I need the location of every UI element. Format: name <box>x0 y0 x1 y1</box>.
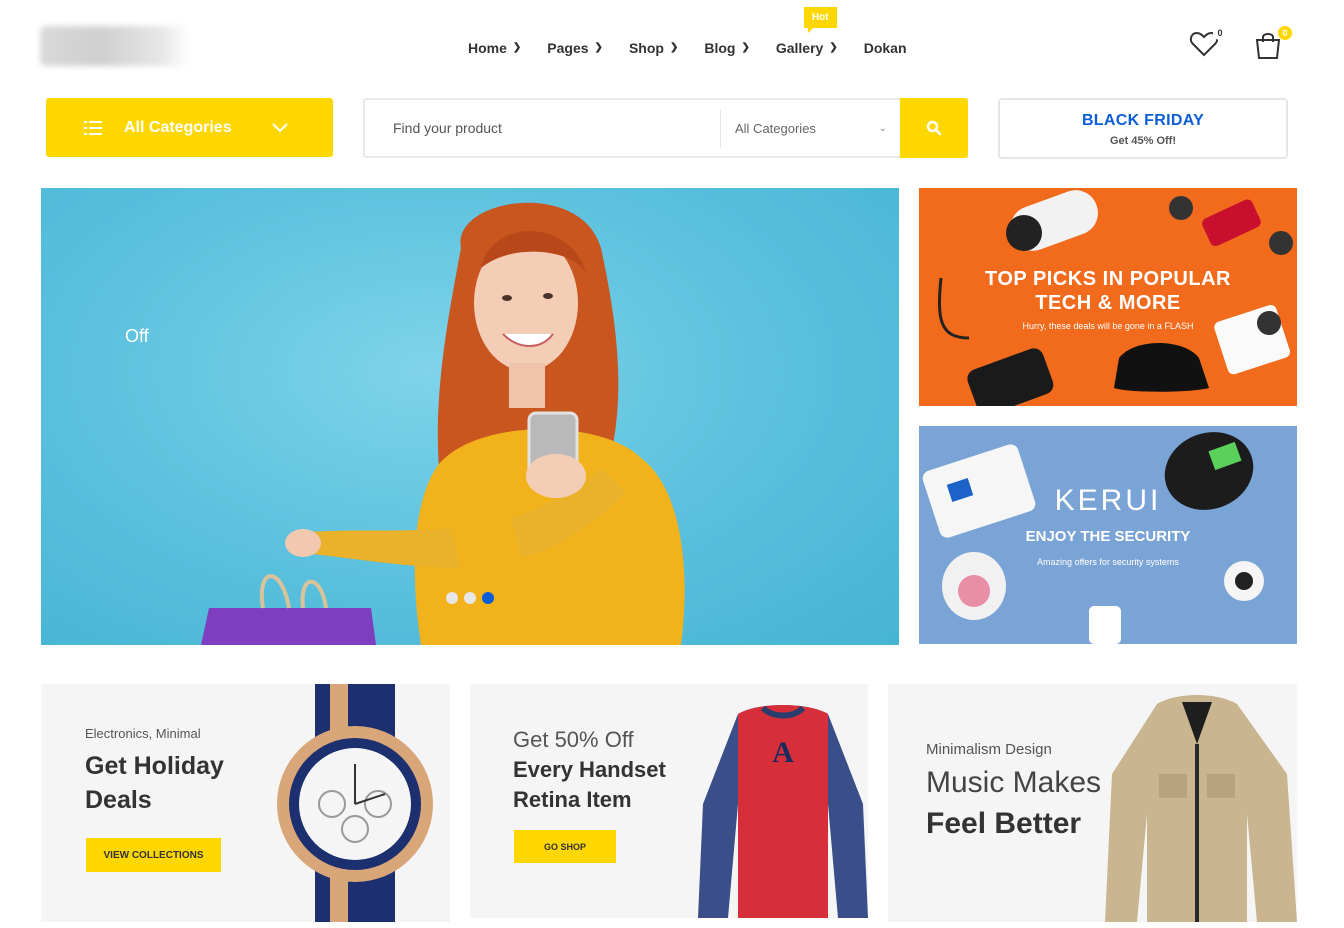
wristwatch-image <box>277 684 433 922</box>
nav-dokan[interactable]: Dokan <box>864 40 907 56</box>
card-title-line1: Every Handset <box>513 757 666 782</box>
nav-label: Dokan <box>863 40 907 56</box>
hero-text: Off <box>125 326 149 346</box>
tech-picks-banner[interactable]: TOP PICKS IN POPULAR TECH & MORE Hurry, … <box>919 188 1297 406</box>
svg-text:A: A <box>772 736 794 769</box>
wishlist-button[interactable]: 0 <box>1189 26 1227 62</box>
nav-pages[interactable]: Pages ❯ <box>547 40 603 56</box>
banner-subtitle: Amazing offers for security systems <box>1037 557 1179 567</box>
card-title-line2: Feel Better <box>926 807 1082 840</box>
banner-title: ENJOY THE SECURITY <box>1025 528 1191 545</box>
jacket-image <box>1105 695 1297 922</box>
nav-label: Gallery <box>775 40 824 56</box>
card-eyebrow: Minimalism Design <box>926 741 1052 758</box>
chevron-down-icon <box>272 123 288 133</box>
banner-title-line1: TOP PICKS IN POPULAR <box>985 268 1231 290</box>
black-friday-promo[interactable]: BLACK FRIDAY Get 45% Off! <box>998 98 1288 159</box>
banner-title-line2: TECH & MORE <box>1035 292 1181 314</box>
chevron-down-icon: ⌄ <box>878 122 887 134</box>
go-shop-button[interactable]: GO SHOP <box>514 830 616 863</box>
holiday-deals-card[interactable]: Electronics, Minimal Get Holiday Deals V… <box>41 684 450 922</box>
card-title-line1: Get Holiday <box>85 752 224 780</box>
page: Home ❯ Pages ❯ Shop ❯ Blog ❯ Hot Gallery… <box>0 0 1344 928</box>
cart-button[interactable]: 0 <box>1254 26 1292 62</box>
slider-dots <box>446 592 494 604</box>
all-categories-label: All Categories <box>124 118 232 136</box>
list-icon <box>84 120 102 135</box>
search-category-select[interactable]: All Categories ⌄ <box>721 100 901 156</box>
slider-dot-3[interactable] <box>482 592 494 604</box>
slider-dot-1[interactable] <box>446 592 458 604</box>
chevron-down-icon: ❯ <box>829 41 838 53</box>
nav-gallery[interactable]: Hot Gallery ❯ <box>775 7 838 56</box>
handset-deals-card[interactable]: Get 50% Off Every Handset Retina Item GO… <box>470 684 868 918</box>
search-button[interactable] <box>900 98 968 158</box>
search-input[interactable] <box>365 100 719 156</box>
nav-label: Pages <box>547 40 589 56</box>
security-banner[interactable]: KERUI ENJOY THE SECURITY Amazing offers … <box>919 426 1297 644</box>
card-eyebrow: Electronics, Minimal <box>85 726 201 741</box>
slider-dot-2[interactable] <box>464 592 476 604</box>
cart-count: 0 <box>1278 26 1292 40</box>
promo-subtitle: Get 45% Off! <box>1109 135 1176 147</box>
card-title-line2: Deals <box>85 786 152 814</box>
woman-shopping-image <box>201 202 685 645</box>
promo-title: BLACK FRIDAY <box>1081 112 1205 129</box>
search-icon <box>926 120 942 136</box>
nav-label: Home <box>468 40 507 56</box>
chevron-down-icon: ❯ <box>594 41 603 53</box>
hot-badge: Hot <box>803 7 837 33</box>
search-bar: All Categories ⌄ <box>363 98 968 158</box>
search-category-value: All Categories <box>735 120 816 136</box>
chevron-down-icon: ❯ <box>512 41 522 53</box>
banner-subtitle: Hurry, these deals will be gone in a FLA… <box>1022 321 1194 331</box>
card-title-line2: Retina Item <box>513 787 632 812</box>
site-logo[interactable] <box>40 26 190 66</box>
hero-slider[interactable]: Off <box>41 188 899 645</box>
main-nav: Home ❯ Pages ❯ Shop ❯ Blog ❯ Hot Gallery… <box>468 7 907 56</box>
nav-shop[interactable]: Shop ❯ <box>629 40 678 56</box>
nav-label: Shop <box>628 40 664 56</box>
card-title-line1: Music Makes <box>926 766 1102 799</box>
card-eyebrow: Get 50% Off <box>513 727 634 752</box>
view-collections-button[interactable]: VIEW COLLECTIONS <box>86 838 221 872</box>
chevron-down-icon: ❯ <box>669 41 679 53</box>
nav-label: Blog <box>704 40 736 56</box>
banner-brand: KERUI <box>1054 484 1162 517</box>
chevron-down-icon: ❯ <box>741 41 750 53</box>
wishlist-count: 0 <box>1213 26 1227 40</box>
all-categories-button[interactable]: All Categories <box>46 98 333 157</box>
nav-home[interactable]: Home ❯ <box>468 40 521 56</box>
sweatshirt-image: A <box>698 705 868 918</box>
nav-blog[interactable]: Blog ❯ <box>704 40 750 56</box>
music-card[interactable]: Minimalism Design Music Makes Feel Bette… <box>888 684 1297 922</box>
